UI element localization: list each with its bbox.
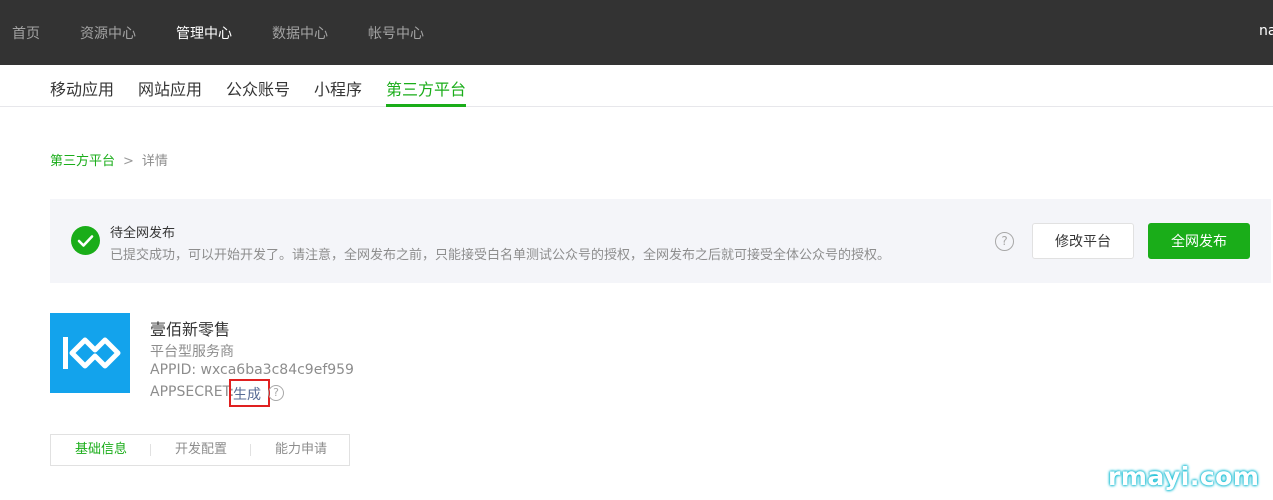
topnav-item-data-center[interactable]: 数据中心 (272, 23, 328, 43)
topnav-item-account-center[interactable]: 帐号中心 (368, 23, 424, 43)
detail-tabs: 基础信息 开发配置 能力申请 (50, 434, 350, 466)
status-title: 待全网发布 (110, 226, 176, 241)
modify-platform-button[interactable]: 修改平台 (1032, 223, 1134, 259)
breadcrumb: 第三方平台 > 详情 (50, 150, 168, 169)
question-circle-icon[interactable]: ? (995, 232, 1014, 251)
highlight-box (229, 379, 270, 407)
tab-basic-info[interactable]: 基础信息 (51, 435, 151, 465)
topnav-item-home[interactable]: 首页 (12, 23, 40, 43)
infinity-logo-icon (50, 313, 130, 393)
app-name: 壹佰新零售 (150, 320, 231, 339)
publish-network-button[interactable]: 全网发布 (1148, 223, 1250, 259)
breadcrumb-current: 详情 (141, 154, 168, 169)
topnav-item-management-center[interactable]: 管理中心 (176, 23, 232, 43)
tab-capability-apply[interactable]: 能力申请 (251, 435, 351, 465)
user-name[interactable]: na (1259, 23, 1273, 39)
tab-dev-config[interactable]: 开发配置 (151, 435, 251, 465)
subnav-item-mobile-apps[interactable]: 移动应用 (50, 76, 114, 100)
active-subnav-indicator (386, 104, 466, 107)
app-type: 平台型服务商 (150, 344, 234, 360)
check-circle-icon (71, 226, 100, 255)
status-description: 已提交成功，可以开始开发了。请注意，全网发布之前，只能接受白名单测试公众号的授权… (110, 248, 891, 263)
sub-navigation-bar: 移动应用 网站应用 公众账号 小程序 第三方平台 (0, 65, 1273, 107)
subnav-item-web-apps[interactable]: 网站应用 (138, 76, 202, 100)
subnav-item-mini-programs[interactable]: 小程序 (314, 76, 362, 100)
top-navigation-bar: 首页 资源中心 管理中心 数据中心 帐号中心 na (0, 0, 1273, 65)
breadcrumb-separator: > (123, 154, 134, 169)
app-id: APPID: wxca6ba3c84c9ef959 (150, 362, 354, 378)
question-circle-icon[interactable]: ? (268, 385, 284, 401)
app-secret-label: APPSECRET: (150, 384, 235, 400)
breadcrumb-parent-link[interactable]: 第三方平台 (50, 154, 115, 169)
topnav-item-resource-center[interactable]: 资源中心 (80, 23, 136, 43)
subnav-item-third-party-platform[interactable]: 第三方平台 (386, 76, 466, 100)
watermark: rmayi.com (1108, 462, 1260, 491)
subnav-item-official-accounts[interactable]: 公众账号 (226, 76, 290, 100)
publish-status-panel: 待全网发布 已提交成功，可以开始开发了。请注意，全网发布之前，只能接受白名单测试… (50, 199, 1271, 283)
